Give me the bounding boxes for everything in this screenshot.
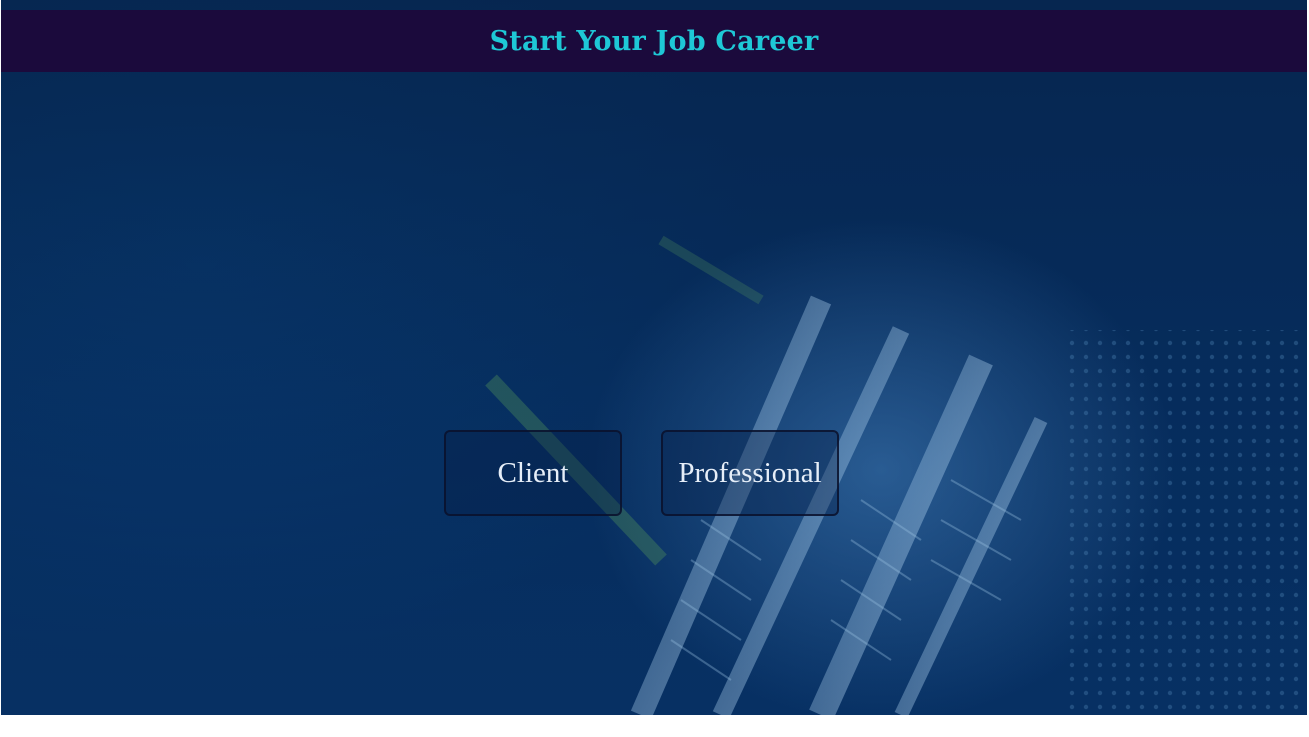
client-button[interactable]: Client — [444, 430, 622, 516]
page-title: Start Your Job Career — [489, 25, 819, 57]
background-structure-image — [485, 235, 1307, 715]
page-background: Start Your Job Career Client Professiona… — [1, 0, 1307, 715]
professional-button[interactable]: Professional — [661, 430, 839, 516]
header-bar: Start Your Job Career — [1, 10, 1307, 72]
role-choice-group: Client Professional — [444, 430, 844, 518]
